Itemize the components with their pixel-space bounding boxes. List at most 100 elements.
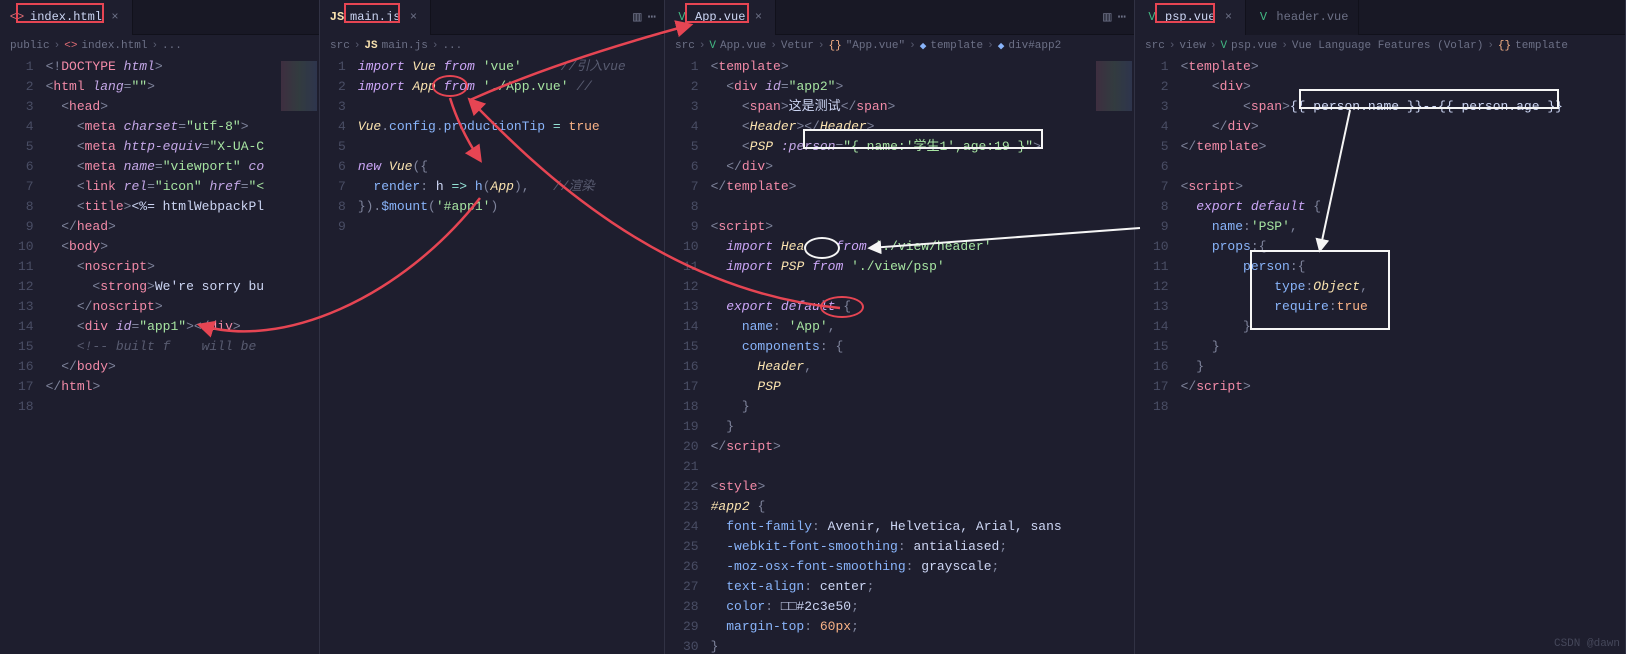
code-line[interactable] xyxy=(711,457,1094,477)
code-line[interactable]: } xyxy=(711,397,1094,417)
close-icon[interactable]: × xyxy=(751,10,765,24)
code-line[interactable]: </html> xyxy=(46,377,279,397)
code-line[interactable]: import Header from './view/header' xyxy=(711,237,1094,257)
code-line[interactable]: PSP xyxy=(711,377,1094,397)
breadcrumb[interactable]: src› V App.vue› Vetur› {} "App.vue"› ◆ t… xyxy=(665,35,1134,57)
code-line[interactable]: require:true xyxy=(1181,297,1625,317)
code-line[interactable]: <PSP :person="{ name:'学生1',age:19 }"> xyxy=(711,137,1094,157)
code-line[interactable]: type:Object, xyxy=(1181,277,1625,297)
code-line[interactable]: } xyxy=(1181,317,1625,337)
code-editor[interactable]: 123456789101112131415161718 <!DOCTYPE ht… xyxy=(0,57,319,654)
tab-index-html[interactable]: <> index.html × xyxy=(0,0,133,35)
code-line[interactable]: components: { xyxy=(711,337,1094,357)
code-line[interactable]: render: h => h(App), //渲染 xyxy=(358,177,664,197)
code-content[interactable]: import Vue from 'vue' //引入vueimport App … xyxy=(358,57,664,654)
code-line[interactable]: </body> xyxy=(46,357,279,377)
code-line[interactable] xyxy=(711,197,1094,217)
code-line[interactable]: <head> xyxy=(46,97,279,117)
close-icon[interactable]: × xyxy=(1221,10,1235,24)
code-line[interactable]: <!DOCTYPE html> xyxy=(46,57,279,77)
split-icon[interactable]: ▥ xyxy=(633,9,641,26)
tab-main-js[interactable]: JS main.js × xyxy=(320,0,431,35)
breadcrumb[interactable]: public› <> index.html› ... xyxy=(0,35,319,57)
code-line[interactable]: } xyxy=(1181,337,1625,357)
code-line[interactable]: <template> xyxy=(1181,57,1625,77)
tab-psp-vue[interactable]: V psp.vue × xyxy=(1135,0,1246,35)
code-line[interactable]: <noscript> xyxy=(46,257,279,277)
code-line[interactable]: #app2 { xyxy=(711,497,1094,517)
code-line[interactable]: import PSP from './view/psp' xyxy=(711,257,1094,277)
breadcrumb[interactable]: src› view› V psp.vue› Vue Language Featu… xyxy=(1135,35,1625,57)
code-line[interactable]: </script> xyxy=(1181,377,1625,397)
code-line[interactable]: </script> xyxy=(711,437,1094,457)
code-line[interactable]: </noscript> xyxy=(46,297,279,317)
code-line[interactable] xyxy=(46,397,279,417)
code-line[interactable]: <meta http-equiv="X-UA-C xyxy=(46,137,279,157)
code-line[interactable] xyxy=(358,97,664,117)
close-icon[interactable]: × xyxy=(108,10,122,24)
code-line[interactable]: <template> xyxy=(711,57,1094,77)
code-line[interactable]: color: □□#2c3e50; xyxy=(711,597,1094,617)
code-line[interactable]: text-align: center; xyxy=(711,577,1094,597)
code-editor[interactable]: 123456789101112131415161718 <template> <… xyxy=(1135,57,1625,654)
code-line[interactable]: <meta name="viewport" co xyxy=(46,157,279,177)
more-icon[interactable]: ⋯ xyxy=(648,9,656,26)
code-line[interactable]: <title><%= htmlWebpackPl xyxy=(46,197,279,217)
code-line[interactable] xyxy=(711,277,1094,297)
code-line[interactable]: } xyxy=(711,417,1094,437)
code-line[interactable]: <script> xyxy=(1181,177,1625,197)
tab-app-vue[interactable]: V App.vue × xyxy=(665,0,776,35)
code-line[interactable]: <strong>We're sorry bu xyxy=(46,277,279,297)
code-line[interactable]: </div> xyxy=(711,157,1094,177)
code-line[interactable] xyxy=(1181,157,1625,177)
code-line[interactable]: Header, xyxy=(711,357,1094,377)
code-line[interactable]: import Vue from 'vue' //引入vue xyxy=(358,57,664,77)
code-line[interactable]: export default { xyxy=(1181,197,1625,217)
code-line[interactable]: -moz-osx-font-smoothing: grayscale; xyxy=(711,557,1094,577)
code-line[interactable]: <link rel="icon" href="< xyxy=(46,177,279,197)
code-line[interactable]: <span>{{ person.name }}--{{ person.age }… xyxy=(1181,97,1625,117)
code-line[interactable]: </div> xyxy=(1181,117,1625,137)
split-icon[interactable]: ▥ xyxy=(1103,9,1111,26)
minimap[interactable] xyxy=(279,57,319,654)
code-line[interactable]: name: 'App', xyxy=(711,317,1094,337)
code-line[interactable]: <div id="app2"> xyxy=(711,77,1094,97)
code-line[interactable]: <body> xyxy=(46,237,279,257)
code-line[interactable]: margin-top: 60px; xyxy=(711,617,1094,637)
code-line[interactable]: props:{ xyxy=(1181,237,1625,257)
code-line[interactable]: } xyxy=(1181,357,1625,377)
code-line[interactable]: <div id="app1"></div> xyxy=(46,317,279,337)
code-line[interactable]: </template> xyxy=(1181,137,1625,157)
code-line[interactable] xyxy=(358,137,664,157)
code-line[interactable]: <div> xyxy=(1181,77,1625,97)
code-line[interactable]: <html lang=""> xyxy=(46,77,279,97)
code-line[interactable] xyxy=(358,217,664,237)
code-line[interactable]: } xyxy=(711,637,1094,654)
breadcrumb[interactable]: src› JS main.js› ... xyxy=(320,35,664,57)
code-line[interactable]: </template> xyxy=(711,177,1094,197)
tab-header-vue[interactable]: V header.vue xyxy=(1246,0,1359,35)
code-line[interactable]: import App from './App.vue' // xyxy=(358,77,664,97)
code-line[interactable]: <meta charset="utf-8"> xyxy=(46,117,279,137)
code-line[interactable]: <style> xyxy=(711,477,1094,497)
code-line[interactable]: export default { xyxy=(711,297,1094,317)
code-line[interactable]: new Vue({ xyxy=(358,157,664,177)
code-line[interactable]: person:{ xyxy=(1181,257,1625,277)
code-line[interactable] xyxy=(1181,397,1625,417)
code-line[interactable]: <!-- built f will be xyxy=(46,337,279,357)
code-content[interactable]: <template> <div> <span>{{ person.name }}… xyxy=(1181,57,1625,654)
code-line[interactable]: -webkit-font-smoothing: antialiased; xyxy=(711,537,1094,557)
code-line[interactable]: Vue.config.productionTip = true xyxy=(358,117,664,137)
code-line[interactable]: <span>这是测试</span> xyxy=(711,97,1094,117)
code-content[interactable]: <!DOCTYPE html><html lang=""> <head> <me… xyxy=(46,57,279,654)
code-editor[interactable]: 123456789 import Vue from 'vue' //引入vuei… xyxy=(320,57,664,654)
code-line[interactable]: }).$mount('#app1') xyxy=(358,197,664,217)
code-line[interactable]: <Header></Header> xyxy=(711,117,1094,137)
code-content[interactable]: <template> <div id="app2"> <span>这是测试</s… xyxy=(711,57,1094,654)
code-line[interactable]: name:'PSP', xyxy=(1181,217,1625,237)
code-line[interactable]: <script> xyxy=(711,217,1094,237)
close-icon[interactable]: × xyxy=(406,10,420,24)
more-icon[interactable]: ⋯ xyxy=(1118,9,1126,26)
minimap[interactable] xyxy=(1094,57,1134,654)
code-line[interactable]: font-family: Avenir, Helvetica, Arial, s… xyxy=(711,517,1094,537)
